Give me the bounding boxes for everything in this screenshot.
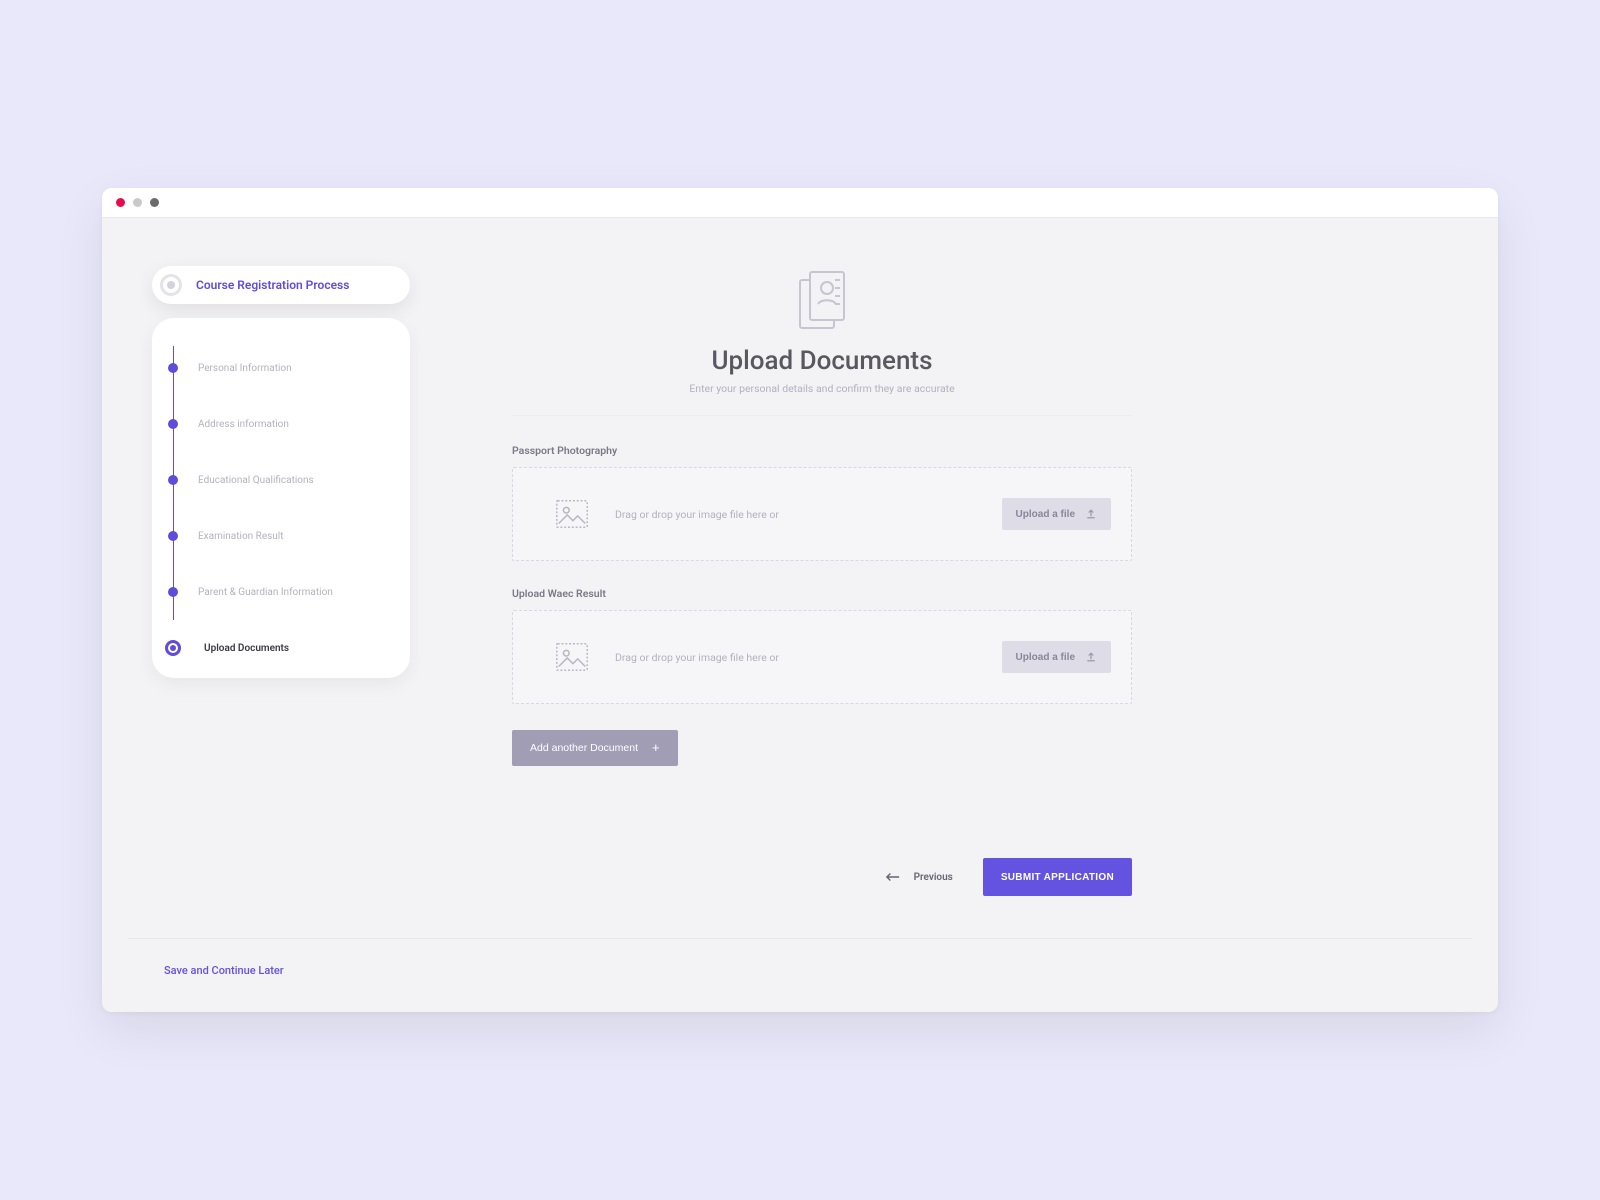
- main-content: Upload Documents Enter your personal det…: [512, 268, 1132, 766]
- save-continue-later-link[interactable]: Save and Continue Later: [164, 964, 284, 977]
- upload-icon: [1085, 651, 1097, 663]
- dropzone-hint: Drag or drop your image file here or: [615, 651, 978, 664]
- stepper: Personal Information Address information…: [152, 318, 410, 678]
- upload-label-passport: Passport Photography: [512, 444, 1132, 457]
- image-placeholder-icon: [553, 495, 591, 533]
- page-title: Upload Documents: [512, 346, 1132, 376]
- process-label: Course Registration Process: [196, 278, 349, 292]
- step-upload-documents[interactable]: Upload Documents: [164, 620, 392, 676]
- dropzone-waec[interactable]: Drag or drop your image file here or Upl…: [512, 610, 1132, 704]
- previous-button[interactable]: Previous: [886, 872, 953, 883]
- step-bullet-icon: [168, 419, 178, 429]
- step-label: Parent & Guardian Information: [198, 587, 333, 598]
- window-dot-minimize[interactable]: [133, 198, 142, 207]
- step-address-information[interactable]: Address information: [164, 396, 392, 452]
- arrow-left-icon: [886, 872, 900, 882]
- upload-button-label: Upload a file: [1016, 652, 1075, 663]
- page-hero: Upload Documents Enter your personal det…: [512, 268, 1132, 416]
- add-document-button[interactable]: Add another Document +: [512, 730, 678, 766]
- previous-label: Previous: [914, 872, 953, 883]
- upload-icon: [1085, 508, 1097, 520]
- step-bullet-icon: [168, 531, 178, 541]
- step-educational-qualifications[interactable]: Educational Qualifications: [164, 452, 392, 508]
- step-personal-information[interactable]: Personal Information: [164, 340, 392, 396]
- upload-button-label: Upload a file: [1016, 509, 1075, 520]
- step-bullet-icon: [168, 363, 178, 373]
- step-bullet-icon: [168, 475, 178, 485]
- dropzone-passport[interactable]: Drag or drop your image file here or Upl…: [512, 467, 1132, 561]
- step-parent-guardian-information[interactable]: Parent & Guardian Information: [164, 564, 392, 620]
- process-pill: Course Registration Process: [152, 266, 410, 304]
- dropzone-hint: Drag or drop your image file here or: [615, 508, 978, 521]
- step-label: Personal Information: [198, 363, 292, 374]
- add-document-label: Add another Document: [530, 742, 638, 754]
- step-label: Educational Qualifications: [198, 475, 314, 486]
- process-ring-icon: [160, 274, 182, 296]
- submit-application-button[interactable]: SUBMIT APPLICATION: [983, 858, 1132, 896]
- documents-hero-icon: [792, 268, 852, 338]
- nav-row: Previous SUBMIT APPLICATION: [512, 858, 1132, 896]
- image-placeholder-icon: [553, 638, 591, 676]
- page-subtitle: Enter your personal details and confirm …: [512, 382, 1132, 395]
- upload-label-waec: Upload Waec Result: [512, 587, 1132, 600]
- step-label: Upload Documents: [204, 643, 289, 654]
- workspace: Course Registration Process Personal Inf…: [102, 218, 1498, 1012]
- window-titlebar: [102, 188, 1498, 218]
- hero-divider: [512, 415, 1132, 416]
- upload-file-button[interactable]: Upload a file: [1002, 498, 1111, 530]
- step-label: Examination Result: [198, 531, 284, 542]
- step-bullet-active-icon: [165, 640, 181, 656]
- step-bullet-icon: [168, 587, 178, 597]
- upload-file-button[interactable]: Upload a file: [1002, 641, 1111, 673]
- window-dot-zoom[interactable]: [150, 198, 159, 207]
- footer-divider: [128, 938, 1472, 939]
- window-dot-close[interactable]: [116, 198, 125, 207]
- step-label: Address information: [198, 419, 289, 430]
- app-window: Course Registration Process Personal Inf…: [102, 188, 1498, 1012]
- step-examination-result[interactable]: Examination Result: [164, 508, 392, 564]
